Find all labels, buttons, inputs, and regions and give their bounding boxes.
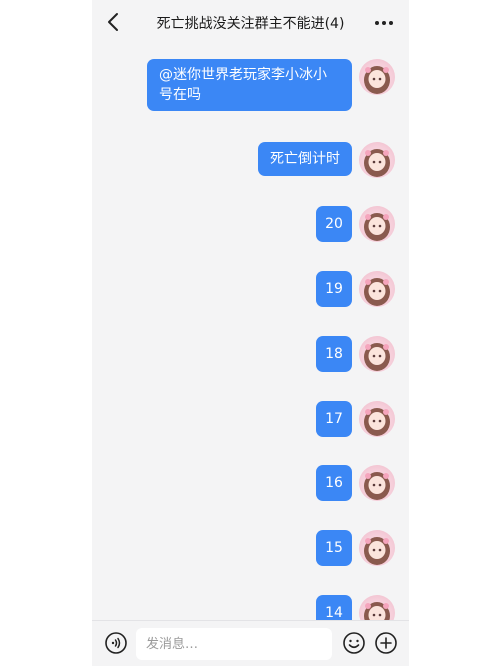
message-input[interactable] (136, 628, 332, 660)
avatar[interactable] (359, 59, 395, 95)
back-button[interactable] (102, 10, 126, 34)
chat-screen: 死亡挑战没关注群主不能进(4) @迷你世界老玩家李小冰小号在吗 死亡倒计时 20… (92, 0, 409, 666)
avatar[interactable] (359, 271, 395, 307)
avatar-icon (364, 408, 390, 436)
voice-button[interactable] (104, 631, 128, 655)
avatar[interactable] (359, 142, 395, 178)
chat-title: 死亡挑战没关注群主不能进(4) (156, 16, 345, 32)
message-bubble[interactable]: 20 (316, 206, 352, 242)
smiley-icon (343, 632, 365, 654)
more-button[interactable] (373, 12, 395, 34)
avatar-icon (364, 343, 390, 371)
avatar-icon (364, 472, 390, 500)
avatar-icon (364, 278, 390, 306)
plus-circle-icon (375, 632, 397, 654)
message-row: 17 (316, 401, 395, 437)
message-row: 15 (316, 530, 395, 566)
avatar[interactable] (359, 530, 395, 566)
message-row: 死亡倒计时 (258, 142, 395, 178)
message-bubble[interactable]: 18 (316, 336, 352, 372)
input-bar (92, 620, 409, 666)
message-row: 20 (316, 206, 395, 242)
more-dots-icon (375, 21, 393, 25)
emoji-button[interactable] (342, 631, 366, 655)
avatar-icon (364, 537, 390, 565)
voice-icon (105, 632, 127, 654)
message-bubble[interactable]: 死亡倒计时 (258, 142, 352, 176)
avatar[interactable] (359, 465, 395, 501)
message-bubble[interactable]: 19 (316, 271, 352, 307)
message-bubble[interactable]: @迷你世界老玩家李小冰小号在吗 (147, 59, 352, 111)
avatar[interactable] (359, 336, 395, 372)
message-row: 19 (316, 271, 395, 307)
avatar-icon (364, 149, 390, 177)
message-bubble[interactable]: 16 (316, 465, 352, 501)
avatar-icon (364, 66, 390, 94)
message-row: @迷你世界老玩家李小冰小号在吗 (147, 59, 395, 111)
message-bubble[interactable]: 15 (316, 530, 352, 566)
message-row: 16 (316, 465, 395, 501)
chat-header: 死亡挑战没关注群主不能进(4) (92, 0, 409, 46)
avatar-icon (364, 213, 390, 241)
avatar[interactable] (359, 401, 395, 437)
message-row: 18 (316, 336, 395, 372)
message-bubble[interactable]: 17 (316, 401, 352, 437)
chevron-left-icon (108, 13, 118, 31)
avatar[interactable] (359, 206, 395, 242)
plus-button[interactable] (374, 631, 398, 655)
